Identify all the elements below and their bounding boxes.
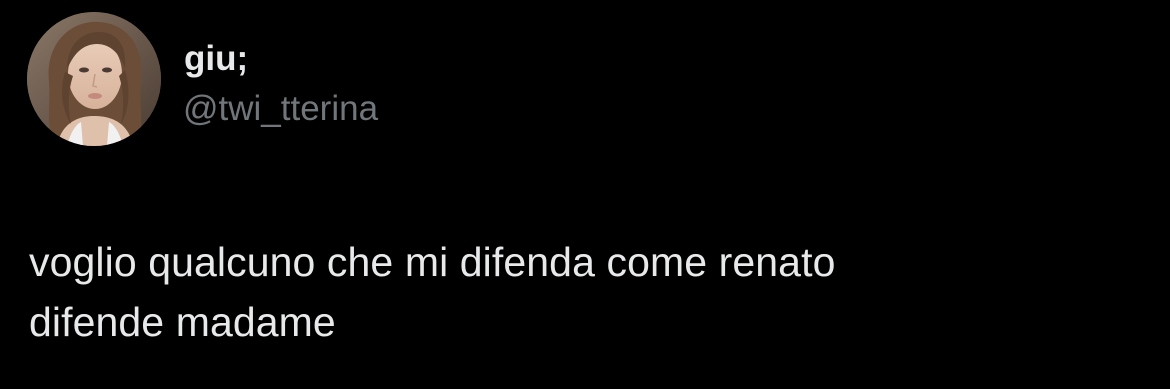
user-handle[interactable]: @twi_tterina [183,88,378,130]
avatar[interactable] [27,12,161,146]
avatar-photo-icon [27,12,161,146]
tweet-text: voglio qualcuno che mi difenda come rena… [29,232,1139,352]
tweet-card: giu; @twi_tterina voglio qualcuno che mi… [0,0,1170,389]
tweet-text-line: voglio qualcuno che mi difenda come rena… [29,239,836,285]
tweet-text-line: difende madame [29,299,336,345]
display-name[interactable]: giu; [184,38,248,80]
